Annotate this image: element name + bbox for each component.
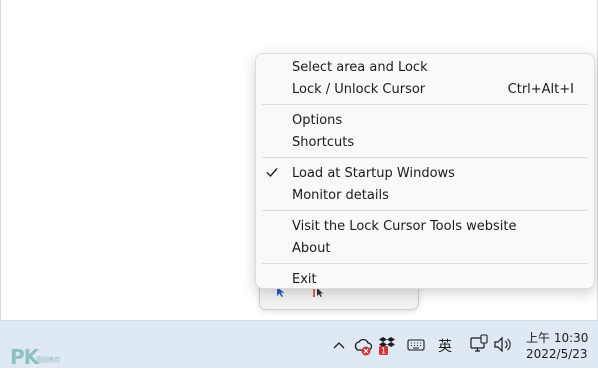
- menu-separator: [262, 210, 588, 211]
- menu-item-options[interactable]: Options: [256, 110, 596, 132]
- menu-item-about[interactable]: About: [256, 238, 596, 260]
- menu-item-label: Monitor details: [292, 188, 389, 203]
- menu-item-label: Select area and Lock: [292, 60, 428, 75]
- watermark-logo: PK: [10, 345, 39, 369]
- menu-item-visit-website[interactable]: Visit the Lock Cursor Tools website: [256, 216, 596, 238]
- menu-separator: [262, 263, 588, 264]
- menu-separator: [262, 104, 588, 105]
- menu-item-label: About: [292, 241, 331, 256]
- menu-item-exit[interactable]: Exit: [256, 269, 596, 291]
- window-edge-left: [0, 0, 1, 320]
- menu-item-label: Lock / Unlock Cursor: [292, 82, 426, 97]
- network-icon[interactable]: [468, 321, 490, 368]
- menu-item-shortcuts[interactable]: Shortcuts: [256, 132, 596, 154]
- show-hidden-icons-chevron-icon[interactable]: [330, 321, 348, 368]
- context-menu: Select area and Lock Lock / Unlock Curso…: [255, 53, 595, 289]
- menu-item-label: Shortcuts: [292, 135, 355, 150]
- keyboard-icon[interactable]: [406, 321, 426, 368]
- clock-time[interactable]: 上午 10:30: [526, 329, 588, 346]
- menu-item-load-at-startup[interactable]: Load at Startup Windows: [256, 163, 596, 185]
- watermark-logo-sub: 電腦應用: [36, 357, 61, 364]
- notification-badge-count: 1: [381, 347, 386, 356]
- menu-item-select-area-and-lock[interactable]: Select area and Lock: [256, 57, 596, 79]
- clock-date[interactable]: 2022/5/23: [526, 347, 588, 361]
- volume-icon[interactable]: [492, 321, 514, 368]
- menu-item-monitor-details[interactable]: Monitor details: [256, 185, 596, 207]
- ime-language-indicator[interactable]: 英: [438, 336, 452, 356]
- menu-item-shortcut: Ctrl+Alt+I: [507, 82, 574, 97]
- menu-item-label: Options: [292, 113, 343, 128]
- dropbox-icon[interactable]: 1: [376, 321, 398, 368]
- menu-separator: [262, 157, 588, 158]
- menu-item-label: Visit the Lock Cursor Tools website: [292, 219, 517, 234]
- onedrive-error-icon[interactable]: [352, 321, 374, 368]
- menu-item-lock-unlock-cursor[interactable]: Lock / Unlock Cursor Ctrl+Alt+I: [256, 79, 596, 101]
- taskbar: PK 電腦應用 1 英 上午 10:30 2022/5/23: [0, 320, 598, 369]
- menu-item-label: Exit: [292, 272, 317, 287]
- checkmark-icon: [266, 168, 278, 178]
- menu-item-label: Load at Startup Windows: [292, 166, 455, 181]
